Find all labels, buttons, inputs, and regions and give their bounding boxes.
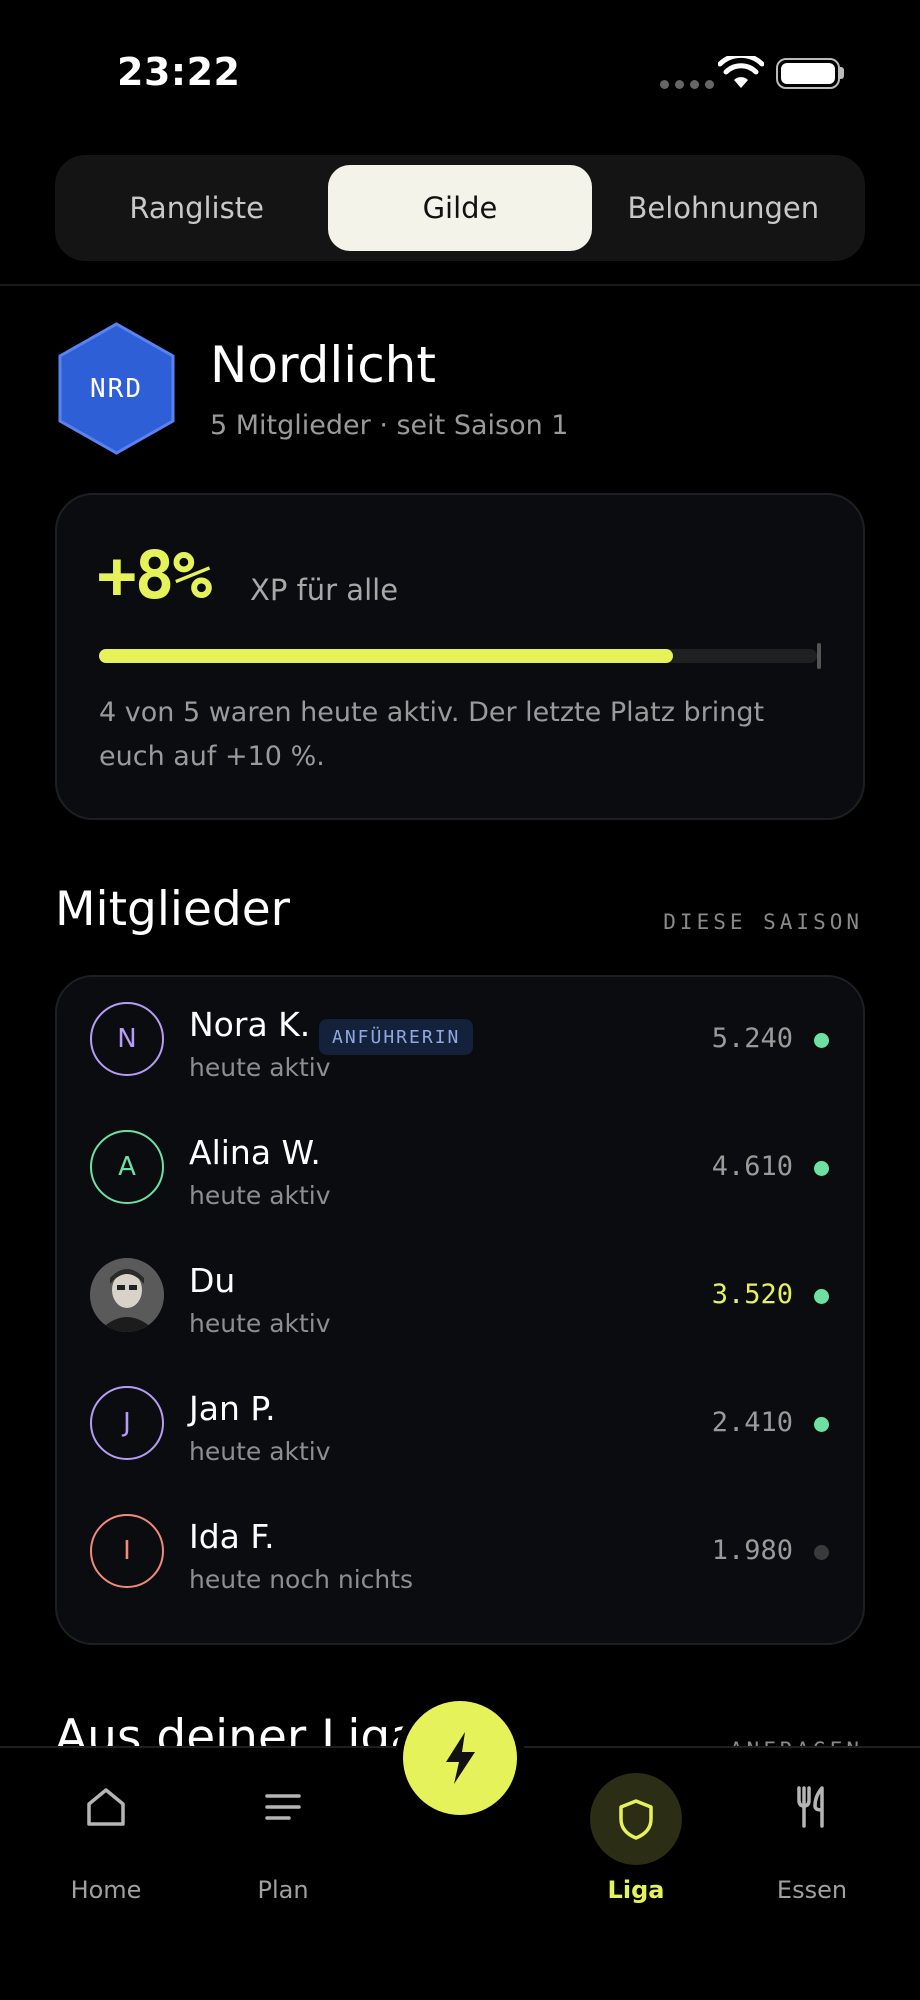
fork-knife-icon [777, 1772, 847, 1842]
xp-progress-goal-marker [817, 643, 821, 669]
xp-bonus-description: 4 von 5 waren heute aktiv. Der letzte Pl… [99, 697, 765, 772]
member-row[interactable]: N Nora K. ANFÜHRERIN heute aktiv 5.240 [57, 977, 863, 1105]
guild-badge-code: NRD [90, 373, 143, 404]
member-xp: 1.980 [711, 1535, 793, 1566]
member-row[interactable]: J Jan P. heute aktiv 2.410 [57, 1361, 863, 1489]
xp-progress-fill [99, 649, 674, 663]
member-name: Alina W. [189, 1133, 321, 1172]
battery-icon [776, 58, 840, 89]
member-name: Nora K. [189, 1005, 311, 1044]
nav-essen-label: Essen [776, 1876, 848, 1904]
members-list: N Nora K. ANFÜHRERIN heute aktiv 5.240 A… [55, 975, 865, 1645]
home-icon [71, 1772, 141, 1842]
activity-dot [814, 1033, 829, 1048]
avatar: N [90, 1002, 164, 1076]
xp-bonus-card: +8% XP für alle 4 von 5 waren heute akti… [55, 493, 865, 820]
nav-home-label: Home [70, 1876, 142, 1904]
member-row[interactable]: A Alina W. heute aktiv 4.610 [57, 1105, 863, 1233]
tab-belohnungen[interactable]: Belohnungen [592, 165, 855, 251]
quick-action-button[interactable] [403, 1701, 517, 1815]
member-name: Ida F. [189, 1517, 275, 1556]
member-xp: 2.410 [711, 1407, 793, 1438]
leader-badge: ANFÜHRERIN [319, 1019, 474, 1055]
tab-rangliste[interactable]: Rangliste [65, 165, 328, 251]
nav-essen[interactable]: Essen [742, 1748, 882, 1908]
nav-liga-label: Liga [607, 1876, 665, 1904]
members-title: Mitglieder [55, 882, 290, 937]
member-xp: 3.520 [711, 1279, 793, 1310]
tab-gilde[interactable]: Gilde [328, 165, 592, 251]
guild-subtitle: 5 Mitglieder · seit Saison 1 [210, 410, 569, 441]
xp-bonus-value: +8% [97, 537, 212, 614]
signal-icon [660, 80, 714, 89]
avatar: I [90, 1514, 164, 1588]
member-xp: 4.610 [711, 1151, 793, 1182]
member-status: heute aktiv [189, 1309, 331, 1338]
member-name: Jan P. [189, 1389, 276, 1428]
avatar-photo [90, 1258, 164, 1332]
lightning-icon [446, 1732, 475, 1784]
guild-name: Nordlicht [210, 336, 436, 394]
members-season-tag: DIESE SAISON [663, 910, 863, 934]
activity-dot [814, 1545, 829, 1560]
status-bar: 23:22 [0, 0, 920, 150]
wifi-icon [718, 56, 764, 88]
avatar: A [90, 1130, 164, 1204]
avatar: J [90, 1386, 164, 1460]
activity-dot [814, 1289, 829, 1304]
divider [0, 284, 920, 286]
xp-bonus-label: XP für alle [250, 573, 399, 607]
member-name: Du [189, 1261, 236, 1300]
member-xp: 5.240 [711, 1023, 793, 1054]
xp-progress-bar [99, 649, 817, 663]
activity-dot [814, 1161, 829, 1176]
status-time: 23:22 [117, 50, 241, 94]
guild-badge-icon: NRD [58, 322, 175, 455]
nav-plan[interactable]: Plan [213, 1748, 353, 1908]
member-row[interactable]: I Ida F. heute noch nichts 1.980 [57, 1489, 863, 1617]
member-status: heute aktiv [189, 1181, 331, 1210]
member-status: heute aktiv [189, 1437, 331, 1466]
nav-liga[interactable]: Liga [566, 1748, 706, 1908]
activity-dot [814, 1417, 829, 1432]
member-row-self[interactable]: Du heute aktiv 3.520 [57, 1233, 863, 1361]
nav-home[interactable]: Home [36, 1748, 176, 1908]
member-status: heute noch nichts [189, 1565, 414, 1594]
member-status: heute aktiv [189, 1053, 331, 1082]
list-icon [248, 1772, 318, 1842]
nav-plan-label: Plan [257, 1876, 309, 1904]
segmented-tabs: Rangliste Gilde Belohnungen [55, 155, 865, 261]
shield-icon [590, 1773, 682, 1865]
